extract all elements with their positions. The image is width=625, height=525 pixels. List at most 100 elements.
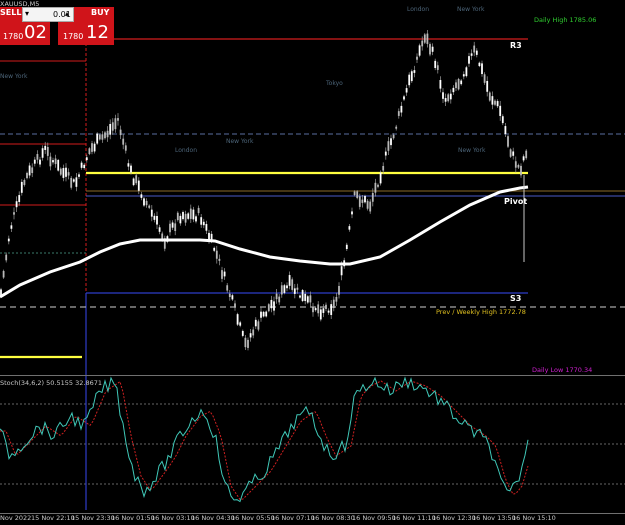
candle-body bbox=[293, 288, 296, 294]
candle-body bbox=[408, 74, 411, 86]
candle-body bbox=[20, 181, 23, 193]
candle-body bbox=[520, 165, 522, 176]
stochastic-indicator-window[interactable] bbox=[0, 376, 625, 510]
time-axis-label: 16 Nov 09:50 bbox=[352, 514, 396, 522]
buy-label: BUY bbox=[91, 8, 110, 17]
candle-body bbox=[431, 46, 434, 52]
candle-body bbox=[44, 145, 47, 150]
candle-body bbox=[130, 165, 132, 173]
candle-body bbox=[124, 145, 127, 151]
sell-price-small: 1780 bbox=[3, 32, 24, 41]
daily-high-label: Daily High 1785.06 bbox=[534, 16, 597, 24]
candle-body bbox=[156, 215, 158, 225]
candle-body bbox=[460, 80, 463, 85]
candle-body bbox=[41, 148, 44, 158]
candle-body bbox=[286, 285, 288, 289]
candle-body bbox=[278, 296, 281, 303]
candle-body bbox=[78, 174, 80, 177]
candle-body bbox=[270, 299, 273, 309]
candle-body bbox=[507, 136, 509, 147]
buy-price-small: 1780 bbox=[63, 32, 84, 41]
candle-body bbox=[18, 195, 21, 203]
candle-body bbox=[192, 209, 195, 220]
candle-body bbox=[127, 163, 130, 167]
candle-body bbox=[421, 40, 424, 47]
candle-body bbox=[106, 130, 109, 138]
candle-body bbox=[140, 194, 143, 198]
candle-body bbox=[221, 270, 223, 279]
candle-body bbox=[31, 167, 34, 174]
candle-body bbox=[314, 308, 317, 311]
candle-body bbox=[395, 126, 398, 129]
candle-body bbox=[496, 101, 499, 107]
candle-body bbox=[418, 45, 421, 56]
candle-body bbox=[452, 87, 455, 93]
candle-body bbox=[13, 212, 15, 215]
candle-body bbox=[54, 158, 57, 165]
candle-body bbox=[189, 208, 192, 219]
candle-body bbox=[88, 148, 91, 155]
candle-body bbox=[475, 50, 478, 55]
candle-body bbox=[390, 138, 392, 146]
candle-body bbox=[501, 116, 504, 124]
candle-body bbox=[325, 304, 327, 310]
candle-body bbox=[143, 198, 145, 206]
candle-body bbox=[119, 129, 122, 136]
candle-body bbox=[353, 191, 356, 196]
lot-increase-button[interactable]: ▴ bbox=[65, 9, 69, 18]
candle-body bbox=[299, 295, 301, 298]
daily-low-label: Daily Low 1770.34 bbox=[532, 366, 593, 374]
r3-label: R3 bbox=[510, 41, 522, 50]
candle-body bbox=[455, 82, 457, 89]
time-axis-label: 16 Nov 07:10 bbox=[271, 514, 315, 522]
candle-body bbox=[348, 226, 351, 230]
time-axis-label: 15 Nov 22:10 bbox=[31, 514, 75, 522]
candle-body bbox=[306, 296, 309, 303]
price-chart[interactable] bbox=[0, 0, 625, 375]
lot-size-input[interactable]: ▾ 0.01 ▴ bbox=[22, 7, 74, 22]
candle-body bbox=[478, 62, 481, 67]
candle-body bbox=[182, 212, 184, 220]
candle-body bbox=[257, 321, 260, 330]
candle-body bbox=[83, 164, 86, 169]
lot-decrease-button[interactable]: ▾ bbox=[25, 9, 29, 18]
candle-body bbox=[366, 200, 369, 209]
candle-body bbox=[236, 314, 239, 325]
pivot-label: Pivot bbox=[504, 197, 528, 206]
candle-body bbox=[319, 309, 322, 320]
candle-body bbox=[436, 65, 439, 70]
candle-body bbox=[465, 67, 468, 77]
candle-body bbox=[405, 88, 408, 93]
time-axis-label: 16 Nov 03:10 bbox=[151, 514, 195, 522]
candle-body bbox=[200, 217, 203, 225]
candle-body bbox=[397, 111, 400, 116]
candle-body bbox=[442, 92, 444, 99]
candle-body bbox=[153, 215, 156, 220]
candle-body bbox=[332, 299, 335, 309]
candle-body bbox=[288, 275, 291, 286]
candle-body bbox=[117, 118, 119, 121]
candle-body bbox=[504, 126, 507, 134]
session-label-london-top: London bbox=[407, 6, 429, 13]
time-axis-label: Nov 2022 bbox=[0, 514, 32, 522]
candle-body bbox=[5, 254, 8, 261]
candle-body bbox=[494, 100, 496, 105]
candle-body bbox=[176, 212, 179, 221]
candle-body bbox=[444, 98, 447, 102]
candle-body bbox=[205, 224, 208, 231]
candle-body bbox=[382, 166, 385, 171]
candle-body bbox=[369, 201, 372, 212]
time-axis-label: 16 Nov 05:50 bbox=[231, 514, 275, 522]
candle-body bbox=[132, 178, 135, 186]
prev-weekly-high-label: Prev / Weekly High 1772.78 bbox=[436, 308, 526, 316]
candle-body bbox=[358, 196, 361, 207]
candle-body bbox=[179, 215, 182, 224]
session-label-tokyo: Tokyo bbox=[326, 80, 343, 87]
buy-price-big: 12 bbox=[86, 22, 109, 43]
candle-body bbox=[174, 223, 177, 231]
candle-body bbox=[59, 168, 62, 175]
candle-body bbox=[280, 285, 283, 295]
candle-body bbox=[473, 45, 476, 53]
candle-body bbox=[239, 322, 242, 326]
candle-body bbox=[335, 296, 338, 302]
